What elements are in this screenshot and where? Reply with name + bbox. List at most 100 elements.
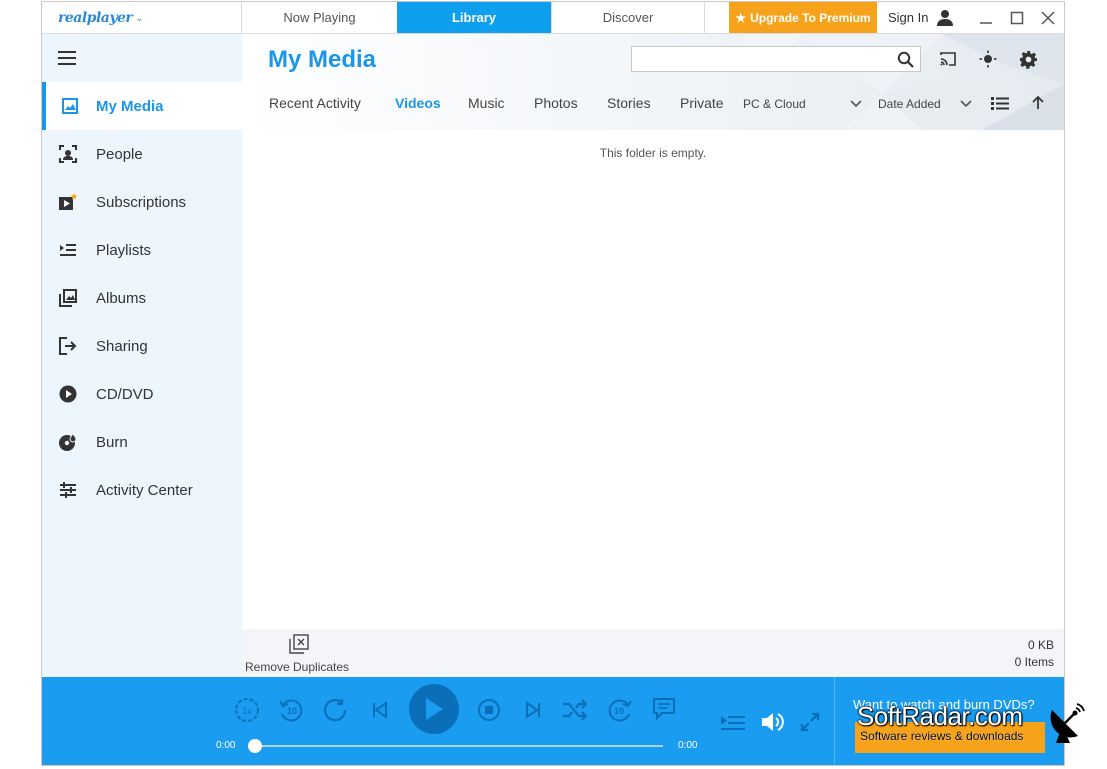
sidebar-item-label: Sharing [96,337,148,355]
upgrade-premium-button[interactable]: ★ Upgrade To Premium [729,2,877,33]
sidebar-item-label: Playlists [96,241,152,259]
sign-in-button[interactable]: Sign In [888,2,954,33]
search-icon[interactable] [897,51,914,68]
title-bar: realplayer ⌄ Now Playing Library Discove… [42,2,1064,34]
previous-button[interactable] [371,701,389,719]
theme-toggle-button[interactable] [977,48,999,70]
shuffle-button[interactable] [561,697,589,723]
search-input[interactable] [631,46,921,72]
sidebar-item-label: Burn [96,433,128,451]
fullscreen-button[interactable] [800,712,820,732]
close-button[interactable] [1038,8,1058,28]
subtab-videos[interactable]: Videos [395,95,441,111]
svg-text:10: 10 [287,706,297,716]
media-content-area: This folder is empty. [242,130,1064,629]
play-button[interactable] [409,684,459,734]
subtab-recent-activity[interactable]: Recent Activity [269,95,361,111]
sign-in-label: Sign In [888,10,929,25]
skip-previous-icon [373,701,387,719]
gear-icon [1019,50,1037,69]
forward-10-button[interactable]: 10 [607,697,633,723]
realplayer-window: realplayer ⌄ Now Playing Library Discove… [41,1,1065,766]
playback-speed-button[interactable]: 1x [234,697,260,723]
face-scan-icon [58,144,78,164]
maximize-icon [1010,11,1024,25]
seek-bar[interactable] [254,745,663,747]
forward-10-icon: 10 [608,699,632,722]
stop-button[interactable] [476,697,502,723]
softradar-watermark: SoftRadar.com Software reviews & downloa… [857,701,1023,743]
watermark-title: SoftRadar.com [857,701,1023,731]
source-filter-dropdown[interactable]: PC & Cloud [743,97,806,111]
settings-button[interactable] [1017,48,1039,70]
disc-play-icon [58,384,78,404]
albums-icon [58,288,78,308]
player-divider [834,677,835,765]
replay-icon [323,699,347,722]
tab-library[interactable]: Library [397,2,551,33]
comment-icon [653,698,675,721]
minimize-button[interactable] [976,8,996,28]
total-size: 0 KB [1027,638,1054,652]
sidebar-item-playlists[interactable]: Playlists [42,226,242,274]
sort-ascending-icon[interactable] [1032,96,1044,110]
sidebar-item-burn[interactable]: Burn [42,418,242,466]
replay-button[interactable] [322,697,348,723]
remove-duplicates-icon[interactable] [289,634,309,654]
sidebar-item-people[interactable]: People [42,130,242,178]
cast-button[interactable] [937,48,959,70]
image-icon [60,96,80,116]
page-title: My Media [268,46,377,73]
app-logo[interactable]: realplayer ⌄ [58,9,144,27]
maximize-button[interactable] [1007,8,1027,28]
volume-button[interactable] [760,711,784,733]
sidebar-item-label: CD/DVD [96,385,154,403]
sort-dropdown[interactable]: Date Added [878,97,941,111]
queue-button[interactable] [720,713,746,733]
subtab-music[interactable]: Music [468,95,505,111]
sidebar-item-label: Subscriptions [96,193,187,211]
item-count: 0 Items [1014,655,1054,669]
current-time: 0:00 [216,740,236,751]
cast-icon [940,52,956,66]
rewind-10-button[interactable]: 10 [278,697,304,723]
stop-icon [478,699,500,721]
subtab-photos[interactable]: Photos [534,95,578,111]
sidebar-item-activity-center[interactable]: Activity Center [42,466,242,514]
subtab-stories[interactable]: Stories [607,95,651,111]
subtitles-button[interactable] [652,697,676,721]
tab-now-playing[interactable]: Now Playing [241,2,397,33]
sliders-icon [58,480,78,500]
subtab-private[interactable]: Private [680,95,724,111]
chevron-down-icon: ⌄ [135,12,144,24]
library-status-bar: Remove Duplicates 0 KB 0 Items [242,629,1064,677]
sidebar-item-albums[interactable]: Albums [42,274,242,322]
chevron-down-icon[interactable] [850,100,862,108]
skip-next-icon [526,701,540,719]
playlist-add-icon [721,716,745,730]
hamburger-menu-icon[interactable] [58,51,76,65]
sidebar: My Media People Subscriptions Playlists [42,34,242,677]
next-button[interactable] [524,701,542,719]
sidebar-item-my-media[interactable]: My Media [42,82,242,130]
rewind-10-icon: 10 [279,699,303,722]
sidebar-item-subscriptions[interactable]: Subscriptions [42,178,242,226]
seek-handle[interactable] [248,739,262,753]
volume-icon [762,713,784,731]
tab-discover[interactable]: Discover [551,2,705,33]
list-view-icon[interactable] [991,97,1009,110]
sidebar-item-cd-dvd[interactable]: CD/DVD [42,370,242,418]
star-icon: ★ [735,10,747,25]
sidebar-item-label: People [96,145,143,163]
sidebar-item-sharing[interactable]: Sharing [42,322,242,370]
remove-duplicates-button[interactable]: Remove Duplicates [245,660,349,674]
minimize-icon [980,22,992,24]
share-icon [58,336,78,356]
brightness-icon [979,50,997,68]
shuffle-icon [563,699,588,721]
sidebar-item-label: Activity Center [96,481,193,499]
chevron-down-icon[interactable] [960,100,972,108]
play-icon [426,698,443,720]
total-time: 0:00 [678,740,698,751]
subscriptions-icon [58,192,78,212]
